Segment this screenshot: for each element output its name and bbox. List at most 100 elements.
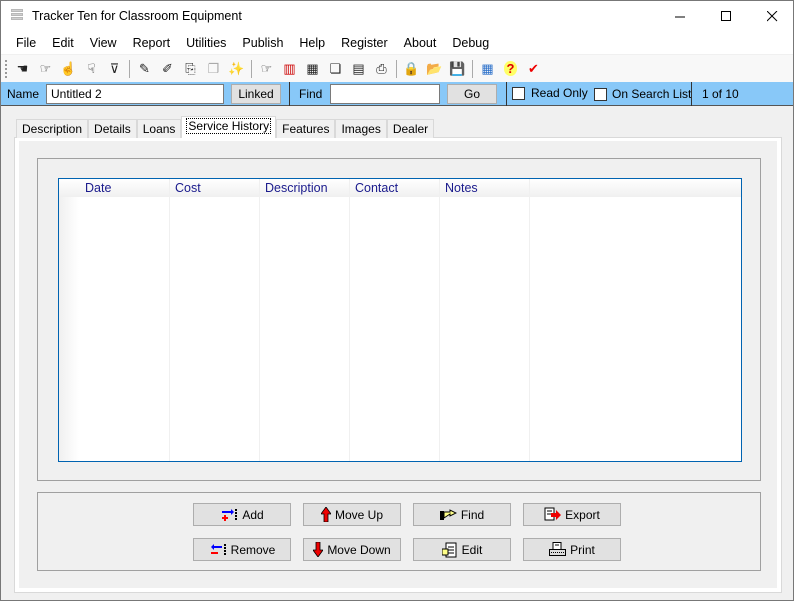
pages-button[interactable]: ❏ — [324, 58, 347, 80]
copy-disabled-button[interactable]: ❐ — [202, 58, 225, 80]
export-doc-button[interactable]: ⎘ — [179, 58, 202, 80]
add-button[interactable]: Add — [193, 503, 291, 526]
menu-about[interactable]: About — [396, 32, 445, 54]
printer-icon — [549, 542, 567, 557]
edit-button[interactable]: Edit — [413, 538, 511, 561]
column-header-cost[interactable]: Cost — [175, 181, 201, 195]
point-down-button[interactable]: ☟ — [80, 58, 103, 80]
divider — [691, 82, 692, 106]
menu-help[interactable]: Help — [291, 32, 333, 54]
first-record-button[interactable]: ☚ — [11, 58, 34, 80]
find-button[interactable]: Find — [413, 503, 511, 526]
toolbar-grip[interactable] — [5, 59, 8, 78]
next-record-icon: ☞ — [39, 60, 52, 76]
arrow-down-icon — [313, 542, 324, 557]
toolbar-separator — [129, 59, 130, 78]
menu-report[interactable]: Report — [125, 32, 179, 54]
tab-dealer[interactable]: Dealer — [386, 119, 435, 138]
open-folder-icon: 📂 — [426, 60, 443, 76]
film-button[interactable]: ▤ — [347, 58, 370, 80]
export-label: Export — [565, 507, 600, 522]
tab-description[interactable]: Description — [16, 119, 89, 138]
edit-record-button[interactable]: ✎ — [133, 58, 156, 80]
tab-service-history[interactable]: Service History — [181, 116, 277, 138]
read-only-label[interactable]: Read Only — [531, 86, 588, 100]
next-record-button[interactable]: ☞ — [34, 58, 57, 80]
column-header-notes[interactable]: Notes — [445, 181, 478, 195]
magic-button[interactable]: ✨ — [225, 58, 248, 80]
on-search-list-label[interactable]: On Search List — [612, 87, 691, 101]
print-button[interactable]: Print — [523, 538, 621, 561]
table-button[interactable]: ▦ — [301, 58, 324, 80]
menu-edit[interactable]: Edit — [44, 32, 82, 54]
column-description: Description — [260, 179, 350, 461]
column-header-date[interactable]: Date — [85, 181, 111, 195]
save-icon: 💾 — [449, 60, 466, 76]
minimize-button[interactable] — [657, 1, 703, 32]
move-down-button[interactable]: Move Down — [303, 538, 401, 561]
tab-images[interactable]: Images — [335, 119, 387, 138]
on-search-list-checkbox[interactable] — [594, 88, 607, 101]
app-window: Tracker Ten for Classroom Equipment File… — [0, 0, 794, 601]
linked-button[interactable]: Linked — [231, 84, 281, 104]
remove-button[interactable]: Remove — [193, 538, 291, 561]
find-label: Find — [460, 507, 485, 522]
record-info-bar: Name Linked Find Go Read Only On Search … — [1, 82, 793, 106]
go-button[interactable]: Go — [447, 84, 497, 104]
check-icon: ✔ — [528, 60, 539, 76]
brush-button[interactable]: ✐ — [156, 58, 179, 80]
tab-details[interactable]: Details — [88, 119, 137, 138]
column-notes: Notes — [440, 179, 530, 461]
menu-file[interactable]: File — [8, 32, 44, 54]
menu-register[interactable]: Register — [333, 32, 396, 54]
chart-button[interactable]: ▥ — [278, 58, 301, 80]
calculator-button[interactable]: ▦ — [476, 58, 499, 80]
column-date: Date — [79, 179, 170, 461]
help-button[interactable]: ? — [499, 58, 522, 80]
close-icon — [766, 11, 777, 22]
menu-debug[interactable]: Debug — [444, 32, 497, 54]
maximize-icon — [720, 11, 731, 21]
open-folder-button[interactable]: 📂 — [423, 58, 446, 80]
print-icon: ⎙ — [376, 60, 387, 76]
column-header-description[interactable]: Description — [265, 181, 328, 195]
divider — [289, 82, 290, 106]
menu-utilities[interactable]: Utilities — [178, 32, 234, 54]
lock-button[interactable]: 🔒 — [400, 58, 423, 80]
print-button[interactable]: ⎙ — [370, 58, 393, 80]
edit-document-icon — [441, 542, 458, 558]
tab-features[interactable]: Features — [276, 119, 336, 138]
save-button[interactable]: 💾 — [446, 58, 469, 80]
tab-label: Dealer — [392, 122, 429, 136]
find-button[interactable]: ☞ — [255, 58, 278, 80]
column-header-contact[interactable]: Contact — [355, 181, 398, 195]
toolbar-separator — [396, 59, 397, 78]
brush-icon: ✐ — [162, 60, 173, 76]
check-button[interactable]: ✔ — [522, 58, 545, 80]
menu-bar: File Edit View Report Utilities Publish … — [1, 32, 793, 54]
window-title: Tracker Ten for Classroom Equipment — [32, 9, 242, 23]
calculator-icon: ▦ — [481, 60, 494, 76]
record-position: 1 of 10 — [702, 87, 739, 101]
menu-publish[interactable]: Publish — [234, 32, 291, 54]
find-input[interactable] — [330, 84, 440, 104]
tab-loans[interactable]: Loans — [136, 119, 182, 138]
point-up-button[interactable]: ☝ — [57, 58, 80, 80]
point-up-icon: ☝ — [60, 60, 77, 76]
read-only-checkbox[interactable] — [512, 87, 525, 100]
close-button[interactable] — [749, 1, 794, 32]
add-label: Add — [242, 507, 264, 522]
tab-label: Details — [94, 122, 131, 136]
edit-label: Edit — [461, 542, 483, 557]
filter-button[interactable]: ⊽ — [103, 58, 126, 80]
toolbar-separator — [472, 59, 473, 78]
row-header-column — [59, 179, 79, 461]
tab-label: Images — [341, 122, 381, 136]
move-up-button[interactable]: Move Up — [303, 503, 401, 526]
service-history-grid[interactable]: Date Cost Description Contact Notes — [58, 178, 742, 462]
export-button[interactable]: Export — [523, 503, 621, 526]
film-icon: ▤ — [352, 60, 365, 76]
maximize-button[interactable] — [703, 1, 749, 32]
menu-view[interactable]: View — [82, 32, 125, 54]
name-input[interactable] — [46, 84, 224, 104]
